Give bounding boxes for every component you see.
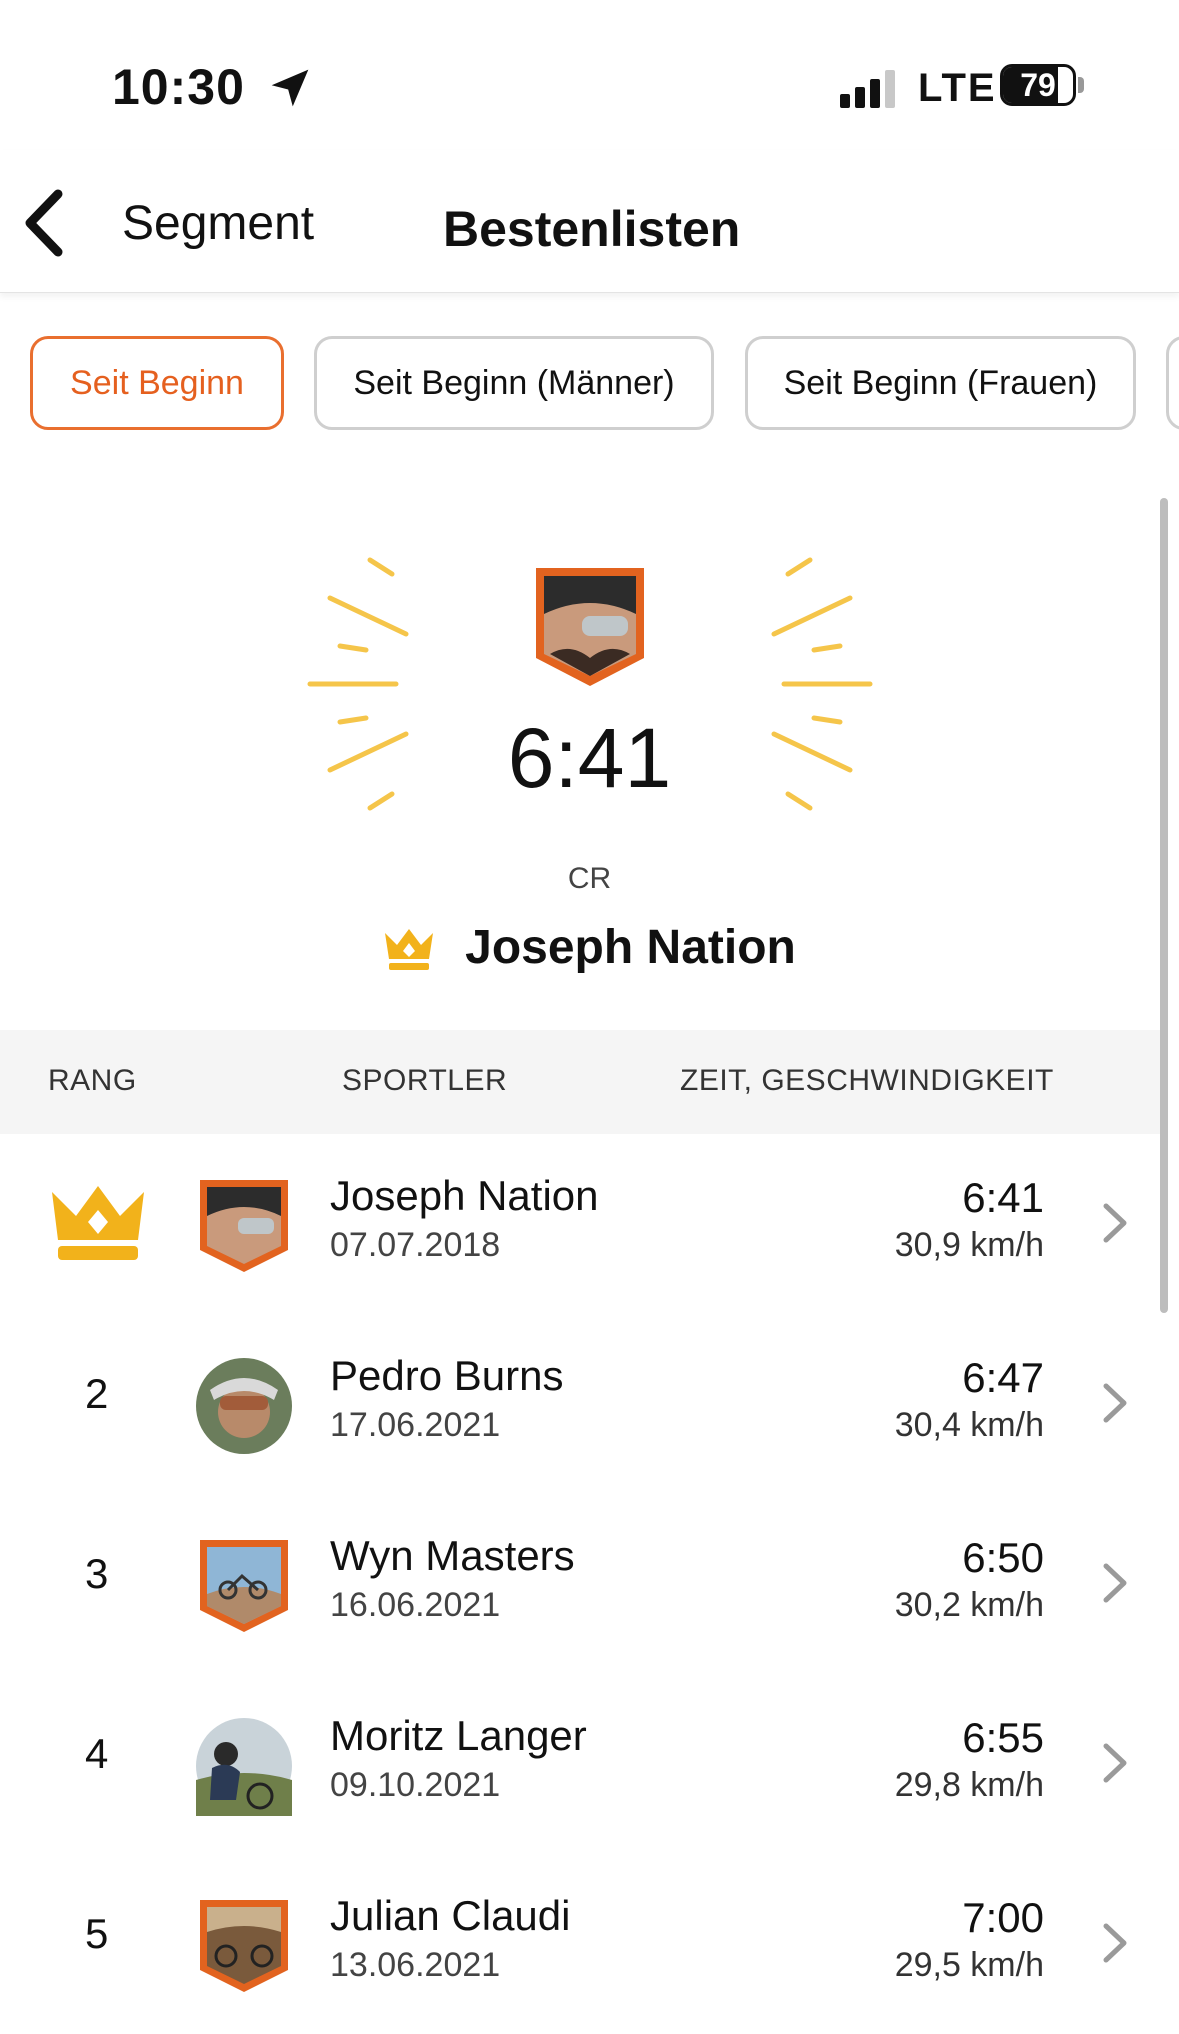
back-label: Segment [122,196,315,250]
record-holder[interactable]: Joseph Nation [0,920,1179,975]
table-row[interactable]: 4 Moritz Langer 09.10.2021 6:55 29,8 km/… [0,1674,1162,1854]
record-label: CR [567,862,612,895]
effort-time: 6:41 [962,1174,1044,1221]
table-row[interactable]: 5 Julian Claudi 13.06.2021 7:00 29,5 km/… [0,1854,1162,2034]
effort-time: 6:47 [962,1354,1044,1401]
filter-chip-all-time[interactable]: Seit Beginn [30,336,284,430]
effort-speed: 30,2 km/h [894,1586,1044,1624]
activity-date: 07.07.2018 [330,1226,501,1264]
activity-date: 16.06.2021 [330,1586,501,1624]
athlete-name: Joseph Nation [330,1172,599,1219]
column-time-speed: ZEIT, GESCHWINDIGKEIT [680,1064,1054,1097]
avatar [196,1718,292,1816]
athlete-name: Pedro Burns [330,1352,564,1399]
avatar [200,1900,288,1992]
status-bar: 10:30 LTE 79 [0,0,1179,150]
scrollbar[interactable] [1160,498,1168,1313]
rank-number: 5 [85,1910,109,1957]
course-record-hero: 6:41 CR Joseph Nation [0,500,1179,1020]
record-time: 6:41 [507,711,672,805]
table-row[interactable]: Joseph Nation 07.07.2018 6:41 30,9 km/h [0,1134,1162,1314]
network-type: LTE [918,66,997,110]
effort-speed: 29,5 km/h [894,1946,1044,1984]
effort-speed: 29,8 km/h [894,1766,1044,1804]
avatar [200,1180,288,1272]
rank-number: 4 [85,1730,109,1777]
column-rank: RANG [48,1064,137,1097]
chevron-right-icon [1103,1383,1127,1423]
activity-date: 17.06.2021 [330,1406,501,1444]
rank-number: 2 [85,1370,109,1417]
effort-time: 6:55 [962,1714,1044,1761]
chevron-right-icon [1103,1923,1127,1963]
leaderboard-header: RANG SPORTLER ZEIT, GESCHWINDIGKEIT [0,1030,1162,1134]
chevron-right-icon [1103,1563,1127,1603]
battery-level: 79 [1020,67,1056,103]
effort-speed: 30,4 km/h [894,1406,1044,1444]
table-row[interactable]: 2 Pedro Burns 17.06.2021 6:47 30,4 km/h [0,1314,1162,1494]
rank-number: 3 [85,1550,109,1597]
record-holder-name: Joseph Nation [465,921,796,974]
battery-icon: 79 [1000,64,1086,108]
page-title: Bestenlisten [443,201,741,257]
chevron-right-icon [1103,1743,1127,1783]
crown-icon [52,1186,144,1260]
filter-chip-more[interactable] [1166,336,1179,430]
athlete-name: Wyn Masters [330,1532,575,1579]
status-time: 10:30 [112,59,245,115]
effort-time: 6:50 [962,1534,1044,1581]
activity-date: 09.10.2021 [330,1766,501,1804]
athlete-name: Julian Claudi [330,1892,571,1939]
navigation-bar: Segment Bestenlisten [0,150,1179,293]
athlete-name: Moritz Langer [330,1712,587,1759]
avatar [200,1540,288,1632]
effort-speed: 30,9 km/h [894,1226,1044,1264]
effort-time: 7:00 [962,1894,1044,1941]
back-button[interactable]: Segment [22,188,314,258]
table-row[interactable]: 3 Wyn Masters 16.06.2021 6:50 30,2 km/h [0,1494,1162,1674]
avatar [196,1358,292,1454]
activity-date: 13.06.2021 [330,1946,501,1984]
filter-chip-men[interactable]: Seit Beginn (Männer) [314,336,714,430]
chevron-right-icon [1103,1203,1127,1243]
signal-icon [840,70,895,108]
avatar[interactable] [530,562,650,692]
filter-chip-women[interactable]: Seit Beginn (Frauen) [745,336,1136,430]
back-chevron-icon [25,189,63,257]
location-arrow-icon [271,69,309,107]
filter-chips: Seit Beginn Seit Beginn (Männer) Seit Be… [0,336,1179,434]
column-athlete: SPORTLER [342,1064,508,1097]
crown-icon [385,928,434,970]
